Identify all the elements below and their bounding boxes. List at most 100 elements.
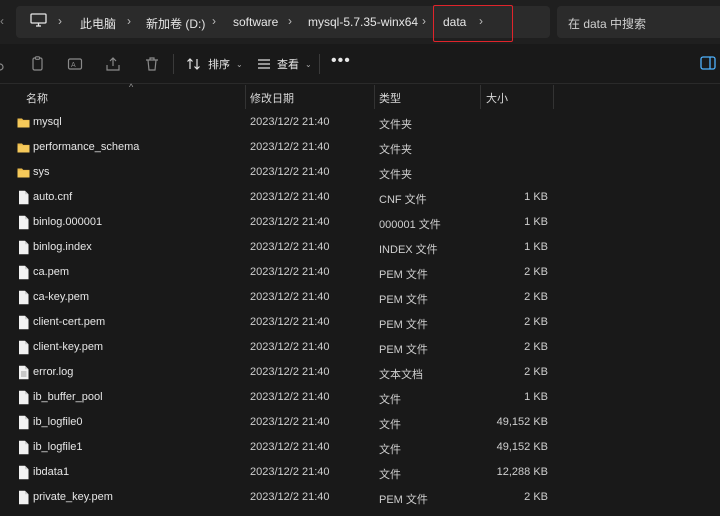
more-options-icon[interactable]: ••• xyxy=(331,53,351,69)
scroll-left-icon[interactable]: ‹ xyxy=(0,14,8,30)
column-divider[interactable] xyxy=(374,85,375,109)
chevron-right-icon[interactable]: › xyxy=(212,14,216,28)
file-row[interactable]: auto.cnf 2023/12/2 21:40 CNF 文件 1 KB xyxy=(0,185,720,210)
file-row[interactable]: sys 2023/12/2 21:40 文件夹 xyxy=(0,160,720,185)
file-name: binlog.000001 xyxy=(33,216,103,228)
column-date[interactable]: 修改日期 xyxy=(250,90,294,106)
file-row[interactable]: performance_schema 2023/12/2 21:40 文件夹 xyxy=(0,135,720,160)
sort-label: 排序 xyxy=(208,59,230,71)
file-icon xyxy=(17,240,30,255)
copy-icon[interactable] xyxy=(30,56,46,72)
file-row[interactable]: mysql 2023/12/2 21:40 文件夹 xyxy=(0,110,720,135)
file-icon xyxy=(17,265,30,280)
details-pane-icon[interactable] xyxy=(700,56,716,70)
file-name: ib_buffer_pool xyxy=(33,391,103,403)
breadcrumb-this-pc[interactable]: 此电脑 xyxy=(80,15,116,32)
file-size: 2 KB xyxy=(524,266,548,278)
highlight-annotation xyxy=(433,5,513,42)
file-row[interactable]: binlog.000001 2023/12/2 21:40 000001 文件 1 K… xyxy=(0,210,720,235)
file-size: 12,288 KB xyxy=(496,466,548,478)
share-icon[interactable] xyxy=(105,56,121,72)
column-divider[interactable] xyxy=(245,85,246,109)
file-date: 2023/12/2 21:40 xyxy=(250,241,330,253)
file-size: 2 KB xyxy=(524,341,548,353)
address-row: ‹ › 此电脑 › 新加卷 (D:) › software › mysql-5.… xyxy=(0,0,720,44)
file-row[interactable]: binlog.index 2023/12/2 21:40 INDEX 文件 1 KB xyxy=(0,235,720,260)
file-type: 000001 文件 xyxy=(379,219,441,231)
file-type: PEM 文件 xyxy=(379,494,428,506)
file-icon xyxy=(17,340,30,355)
file-date: 2023/12/2 21:40 xyxy=(250,316,330,328)
rename-icon[interactable]: A xyxy=(67,56,83,72)
sort-ascending-icon: ^ xyxy=(129,82,134,92)
file-list: mysql 2023/12/2 21:40 文件夹 performance_schem… xyxy=(0,110,720,510)
file-row[interactable]: ca-key.pem 2023/12/2 21:40 PEM 文件 2 KB xyxy=(0,285,720,310)
file-type: 文件夹 xyxy=(379,169,412,181)
file-type: INDEX 文件 xyxy=(379,244,438,256)
file-row[interactable]: ca.pem 2023/12/2 21:40 PEM 文件 2 KB xyxy=(0,260,720,285)
file-type: 文件 xyxy=(379,394,401,406)
toolbar-divider xyxy=(173,54,174,74)
file-date: 2023/12/2 21:40 xyxy=(250,141,330,153)
file-size: 1 KB xyxy=(524,241,548,253)
column-type[interactable]: 类型 xyxy=(379,90,401,106)
file-size: 49,152 KB xyxy=(496,416,548,428)
breadcrumb-mysql[interactable]: mysql-5.7.35-winx64 xyxy=(308,15,418,29)
file-row[interactable]: client-cert.pem 2023/12/2 21:40 PEM 文件 2 KB xyxy=(0,310,720,335)
column-header: ^ 名称 修改日期 类型 大小 xyxy=(0,82,720,109)
file-date: 2023/12/2 21:40 xyxy=(250,391,330,403)
file-row[interactable]: error.log 2023/12/2 21:40 文本文档 2 KB xyxy=(0,360,720,385)
column-divider[interactable] xyxy=(553,85,554,109)
file-name: private_key.pem xyxy=(33,491,113,503)
delete-icon[interactable] xyxy=(144,56,160,72)
file-icon xyxy=(17,290,30,305)
search-input[interactable]: 在 data 中搜索 xyxy=(557,6,720,38)
chevron-right-icon[interactable]: › xyxy=(288,14,292,28)
sort-icon xyxy=(187,58,200,70)
file-type: PEM 文件 xyxy=(379,294,428,306)
file-name: auto.cnf xyxy=(33,191,73,203)
file-size: 1 KB xyxy=(524,216,548,228)
sort-button[interactable]: 排序 ⌄ xyxy=(186,53,243,75)
column-size[interactable]: 大小 xyxy=(486,90,508,106)
column-name[interactable]: 名称 xyxy=(26,90,48,106)
chevron-right-icon[interactable]: › xyxy=(58,14,62,28)
file-name: ib_logfile0 xyxy=(33,416,83,428)
this-pc-icon[interactable] xyxy=(30,13,47,27)
file-type: 文件夹 xyxy=(379,119,412,131)
command-bar: A 排序 ⌄ 查看 ⌄ ••• xyxy=(0,44,720,84)
file-size: 2 KB xyxy=(524,366,548,378)
view-label: 查看 xyxy=(277,59,299,71)
file-icon xyxy=(17,440,30,455)
file-row[interactable]: private_key.pem 2023/12/2 21:40 PEM 文件 2 KB xyxy=(0,485,720,510)
file-type: 文件 xyxy=(379,469,401,481)
file-icon xyxy=(17,415,30,430)
file-icon xyxy=(17,390,30,405)
cut-icon[interactable] xyxy=(0,56,10,72)
file-date: 2023/12/2 21:40 xyxy=(250,341,330,353)
view-button[interactable]: 查看 ⌄ xyxy=(257,53,312,75)
chevron-right-icon[interactable]: › xyxy=(422,14,426,28)
file-name: mysql xyxy=(33,116,62,128)
column-divider[interactable] xyxy=(480,85,481,109)
file-row[interactable]: ib_logfile1 2023/12/2 21:40 文件 49,152 KB xyxy=(0,435,720,460)
file-date: 2023/12/2 21:40 xyxy=(250,466,330,478)
file-row[interactable]: ib_buffer_pool 2023/12/2 21:40 文件 1 KB xyxy=(0,385,720,410)
file-type: 文件 xyxy=(379,419,401,431)
file-name: error.log xyxy=(33,366,74,378)
file-icon xyxy=(17,465,30,480)
file-name: sys xyxy=(33,166,50,178)
file-date: 2023/12/2 21:40 xyxy=(250,116,330,128)
file-size: 1 KB xyxy=(524,391,548,403)
file-size: 49,152 KB xyxy=(496,441,548,453)
file-row[interactable]: ibdata1 2023/12/2 21:40 文件 12,288 KB xyxy=(0,460,720,485)
file-date: 2023/12/2 21:40 xyxy=(250,216,330,228)
file-row[interactable]: ib_logfile0 2023/12/2 21:40 文件 49,152 KB xyxy=(0,410,720,435)
chevron-right-icon[interactable]: › xyxy=(127,14,131,28)
folder-icon xyxy=(17,165,30,180)
breadcrumb-software[interactable]: software xyxy=(233,15,278,29)
breadcrumb-drive-d[interactable]: 新加卷 (D:) xyxy=(146,15,205,32)
file-size: 2 KB xyxy=(524,316,548,328)
file-row[interactable]: client-key.pem 2023/12/2 21:40 PEM 文件 2 KB xyxy=(0,335,720,360)
file-type: PEM 文件 xyxy=(379,319,428,331)
